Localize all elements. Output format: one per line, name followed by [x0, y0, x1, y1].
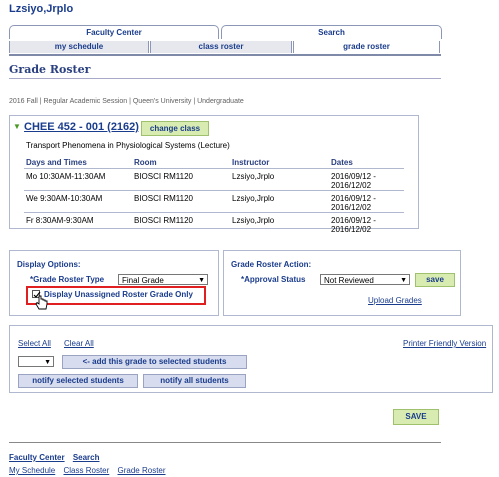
save-button[interactable]: SAVE	[393, 409, 439, 425]
col-header-days: Days and Times	[26, 158, 87, 167]
footer-link-class-roster[interactable]: Class Roster	[63, 466, 109, 475]
upload-grades-link[interactable]: Upload Grades	[368, 296, 422, 305]
tab-faculty-center[interactable]: Faculty Center	[9, 25, 219, 39]
table-row: Mo 10:30AM-11:30AM BIOSCI RM1120 Lzsiyo,…	[24, 169, 404, 190]
row-dates-end: 2016/12/02	[331, 203, 372, 212]
grade-select[interactable]: ▼	[18, 356, 54, 367]
notify-all-button[interactable]: notify all students	[143, 374, 246, 388]
tab-class-roster[interactable]: class roster	[150, 41, 292, 53]
primary-tabs: Faculty Center Search	[9, 25, 442, 39]
approval-status-label: *Approval Status	[241, 275, 306, 284]
row-instructor: Lzsiyo,Jrplo	[232, 194, 275, 203]
col-header-instructor: Instructor	[232, 158, 270, 167]
add-grade-button[interactable]: <- add this grade to selected students	[62, 355, 247, 369]
roster-type-value: Final Grade	[122, 276, 164, 285]
row-instructor: Lzsiyo,Jrplo	[232, 216, 275, 225]
select-all-link[interactable]: Select All	[18, 339, 51, 348]
printer-friendly-link[interactable]: Printer Friendly Version	[403, 339, 486, 348]
row-dates-end: 2016/12/02	[331, 225, 372, 234]
footer-link-faculty-center[interactable]: Faculty Center	[9, 453, 65, 462]
title-divider	[9, 78, 441, 79]
course-link[interactable]: CHEE 452 - 001 (2162)	[24, 121, 139, 133]
grade-actions-panel: Select All Clear All Printer Friendly Ve…	[9, 325, 493, 393]
row-room: BIOSCI RM1120	[134, 216, 193, 225]
footer-link-my-schedule[interactable]: My Schedule	[9, 466, 55, 475]
term-info: 2016 Fall | Regular Academic Session | Q…	[9, 98, 244, 105]
save-approval-button[interactable]: save	[415, 273, 455, 287]
roster-action-panel: Grade Roster Action: *Approval Status No…	[223, 250, 461, 316]
schedule-table: Days and Times Room Instructor Dates Mo …	[24, 156, 404, 234]
row-dates-end: 2016/12/02	[331, 181, 372, 190]
triangle-down-icon[interactable]: ▼	[13, 122, 21, 131]
chevron-down-icon: ▼	[400, 277, 407, 284]
row-dates-start: 2016/09/12 -	[331, 172, 376, 181]
chevron-down-icon: ▼	[198, 277, 205, 284]
row-dates-start: 2016/09/12 -	[331, 194, 376, 203]
page-title: Grade Roster	[9, 63, 91, 76]
notify-selected-button[interactable]: notify selected students	[18, 374, 138, 388]
clear-all-link[interactable]: Clear All	[64, 339, 94, 348]
approval-status-value: Not Reviewed	[324, 276, 374, 285]
change-class-button[interactable]: change class	[141, 121, 209, 136]
hand-pointer-icon	[35, 295, 48, 310]
table-row: We 9:30AM-10:30AM BIOSCI RM1120 Lzsiyo,J…	[24, 191, 404, 212]
col-header-room: Room	[134, 158, 157, 167]
table-row: Fr 8:30AM-9:30AM BIOSCI RM1120 Lzsiyo,Jr…	[24, 213, 404, 234]
footer-nav-secondary: My Schedule Class Roster Grade Roster	[9, 466, 166, 475]
roster-type-label: *Grade Roster Type	[30, 275, 105, 284]
footer-nav-primary: Faculty Center Search	[9, 453, 100, 462]
chevron-down-icon: ▼	[44, 359, 51, 366]
tab-search[interactable]: Search	[221, 25, 442, 39]
row-dates-start: 2016/09/12 -	[331, 216, 376, 225]
approval-status-select[interactable]: Not Reviewed ▼	[320, 274, 410, 285]
row-days: Fr 8:30AM-9:30AM	[26, 216, 94, 225]
tab-my-schedule[interactable]: my schedule	[9, 41, 149, 53]
roster-type-select[interactable]: Final Grade ▼	[118, 274, 208, 285]
row-room: BIOSCI RM1120	[134, 194, 193, 203]
display-options-panel: Display Options: *Grade Roster Type Fina…	[9, 250, 219, 316]
row-days: We 9:30AM-10:30AM	[26, 194, 103, 203]
roster-action-title: Grade Roster Action:	[231, 260, 312, 269]
unassigned-label[interactable]: Display Unassigned Roster Grade Only	[44, 290, 193, 299]
footer-link-grade-roster[interactable]: Grade Roster	[118, 466, 166, 475]
course-panel: ▼ CHEE 452 - 001 (2162) change class Tra…	[9, 115, 419, 234]
display-options-title: Display Options:	[17, 260, 81, 269]
tab-grade-roster[interactable]: grade roster	[293, 41, 440, 53]
footer-divider	[9, 442, 441, 443]
course-description: Transport Phenomena in Physiological Sys…	[26, 141, 230, 150]
row-instructor: Lzsiyo,Jrplo	[232, 172, 275, 181]
col-header-dates: Dates	[331, 158, 353, 167]
row-days: Mo 10:30AM-11:30AM	[26, 172, 106, 181]
footer-link-search[interactable]: Search	[73, 453, 100, 462]
user-name: Lzsiyo,Jrplo	[9, 3, 74, 15]
secondary-tabs: my schedule class roster grade roster	[9, 40, 441, 56]
row-room: BIOSCI RM1120	[134, 172, 193, 181]
